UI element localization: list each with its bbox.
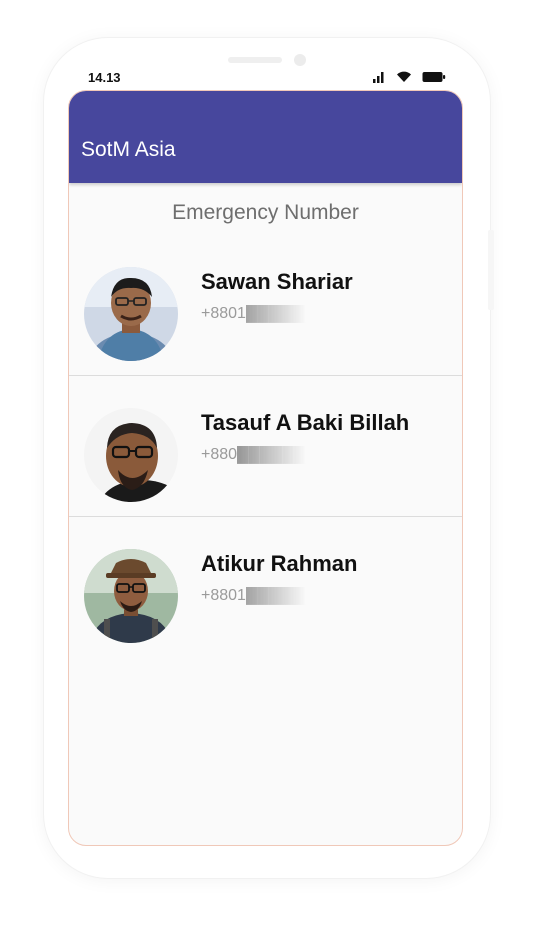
signal-icon — [373, 72, 384, 83]
avatar-photo-3 — [84, 549, 178, 643]
contact-card[interactable]: Tasauf A Baki Billah +880███████63 — [69, 376, 462, 517]
volume-button — [488, 230, 494, 310]
contact-phone[interactable]: +8801███████048 — [201, 305, 341, 323]
app-screen: SotM Asia Emergency Number Sawan Shariar… — [68, 90, 463, 846]
phone-speaker — [228, 57, 282, 63]
contact-name: Atikur Rahman — [201, 551, 358, 576]
wifi-icon — [397, 71, 411, 82]
status-icons — [372, 70, 446, 84]
avatar-photo-1 — [84, 267, 178, 361]
avatar-photo-2 — [84, 408, 178, 502]
phone-camera — [294, 54, 306, 66]
avatar — [84, 408, 178, 502]
contact-name: Sawan Shariar — [201, 269, 353, 294]
contact-card[interactable]: Sawan Shariar +8801███████048 — [69, 235, 462, 376]
avatar — [84, 267, 178, 361]
contact-card[interactable]: Atikur Rahman +8801██████ — [69, 517, 462, 657]
section-title: Emergency Number — [172, 201, 359, 224]
battery-icon — [422, 72, 446, 82]
contact-phone[interactable]: +8801██████ — [201, 587, 341, 605]
app-bar: SotM Asia — [69, 91, 462, 183]
avatar — [84, 549, 178, 643]
contact-phone[interactable]: +880███████63 — [201, 446, 341, 464]
status-time: 14.13 — [88, 70, 121, 85]
app-title: SotM Asia — [81, 138, 176, 161]
contact-name: Tasauf A Baki Billah — [201, 410, 410, 435]
